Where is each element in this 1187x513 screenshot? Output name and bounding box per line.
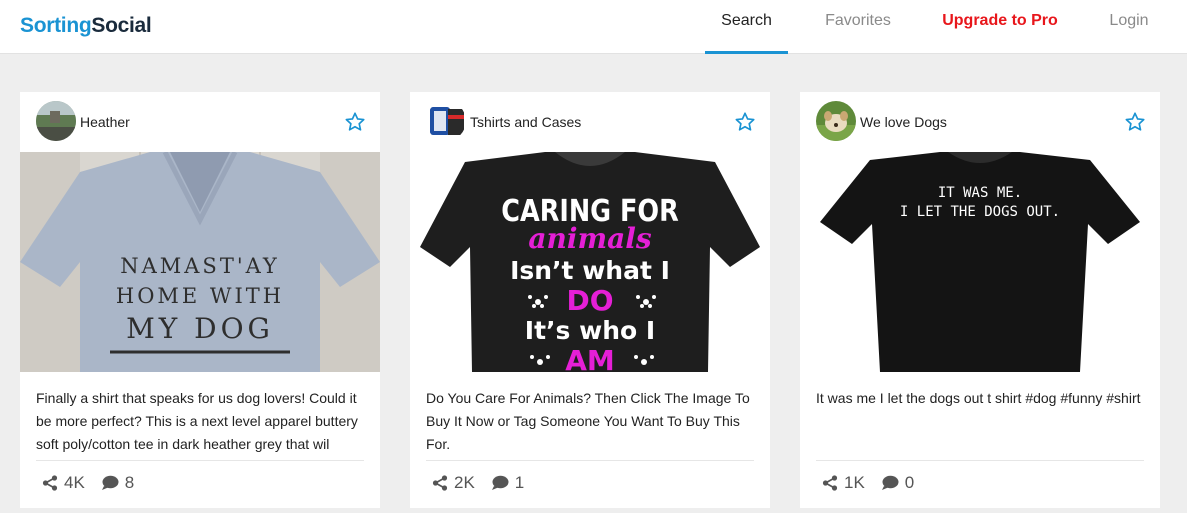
star-icon[interactable] [734, 111, 756, 133]
logo-part-social: Social [91, 14, 152, 37]
comment-count[interactable]: 1 [491, 473, 524, 493]
comment-count-value: 1 [514, 473, 525, 492]
post-image[interactable]: NAMAST'AY HOME WITH MY DOG [20, 152, 380, 372]
nav-search[interactable]: Search [705, 0, 788, 54]
post-stats: 2K 1 [432, 472, 540, 494]
author-name[interactable]: We love Dogs [860, 114, 947, 130]
logo[interactable]: SortingSocial [20, 14, 152, 38]
comment-count[interactable]: 8 [101, 473, 134, 493]
shirt-text-line: Isn’t what I [510, 256, 670, 285]
share-icon [822, 475, 838, 491]
shirt-text-line: NAMAST'AY [120, 254, 280, 278]
post-image[interactable]: IT WAS ME. I LET THE DOGS OUT. [800, 152, 1160, 372]
logo-part-sorting: Sorting [20, 14, 92, 37]
comment-icon [101, 475, 119, 490]
post-card: Tshirts and Cases CARING FOR animals Isn… [410, 92, 770, 508]
post-card: We love Dogs IT WAS ME. I LET THE DOGS O… [800, 92, 1160, 508]
card-header: We love Dogs [800, 92, 1160, 152]
shirt-text-line: It’s who I [524, 316, 656, 345]
star-icon[interactable] [1124, 111, 1146, 133]
card-header: Tshirts and Cases [410, 92, 770, 152]
comment-count-value: 8 [124, 473, 135, 492]
share-count-value: 1K [844, 473, 865, 492]
avatar-image [816, 101, 856, 141]
post-card: Heather NAMAST'AY HOME WITH MY DOG Final… [20, 92, 380, 508]
share-icon [432, 475, 448, 491]
nav-favorites[interactable]: Favorites [815, 0, 901, 54]
share-count-value: 2K [454, 473, 475, 492]
avatar[interactable] [426, 101, 466, 141]
divider [816, 460, 1144, 461]
author-name[interactable]: Tshirts and Cases [470, 114, 581, 130]
shirt-text-line: IT WAS ME. [937, 185, 1023, 201]
post-description: Finally a shirt that speaks for us dog l… [36, 390, 358, 452]
nav-upgrade-to-pro[interactable]: Upgrade to Pro [935, 0, 1065, 54]
comment-count[interactable]: 0 [881, 473, 914, 493]
nav-login[interactable]: Login [1100, 0, 1158, 54]
comment-count-value: 0 [904, 473, 915, 492]
post-stats: 4K 8 [42, 472, 150, 494]
shirt-text-line: DO [566, 284, 614, 317]
post-description: Do You Care For Animals? Then Click The … [426, 390, 750, 452]
post-image[interactable]: CARING FOR animals Isn’t what I DO It’s … [410, 152, 770, 372]
avatar[interactable] [36, 101, 76, 141]
author-name[interactable]: Heather [80, 114, 130, 130]
card-header: Heather [20, 92, 380, 152]
share-count-value: 4K [64, 473, 85, 492]
divider [426, 460, 754, 461]
avatar[interactable] [816, 101, 856, 141]
share-count[interactable]: 1K [822, 473, 865, 493]
avatar-image [36, 101, 76, 141]
avatar-image [426, 101, 466, 141]
divider [36, 460, 364, 461]
shirt-text-line: I LET THE DOGS OUT. [899, 204, 1061, 220]
shirt-text-line: MY DOG [126, 312, 274, 345]
post-description: It was me I let the dogs out t shirt #do… [816, 390, 1141, 406]
share-count[interactable]: 2K [432, 473, 475, 493]
shirt-text-line: HOME WITH [115, 284, 285, 308]
top-navigation-bar: SortingSocial Search Favorites Upgrade t… [0, 0, 1187, 54]
comment-icon [881, 475, 899, 490]
share-count[interactable]: 4K [42, 473, 85, 493]
shirt-text-line: AM [565, 344, 615, 372]
shirt-text-line: animals [528, 222, 652, 255]
share-icon [42, 475, 58, 491]
star-icon[interactable] [344, 111, 366, 133]
comment-icon [491, 475, 509, 490]
post-stats: 1K 0 [822, 472, 930, 494]
